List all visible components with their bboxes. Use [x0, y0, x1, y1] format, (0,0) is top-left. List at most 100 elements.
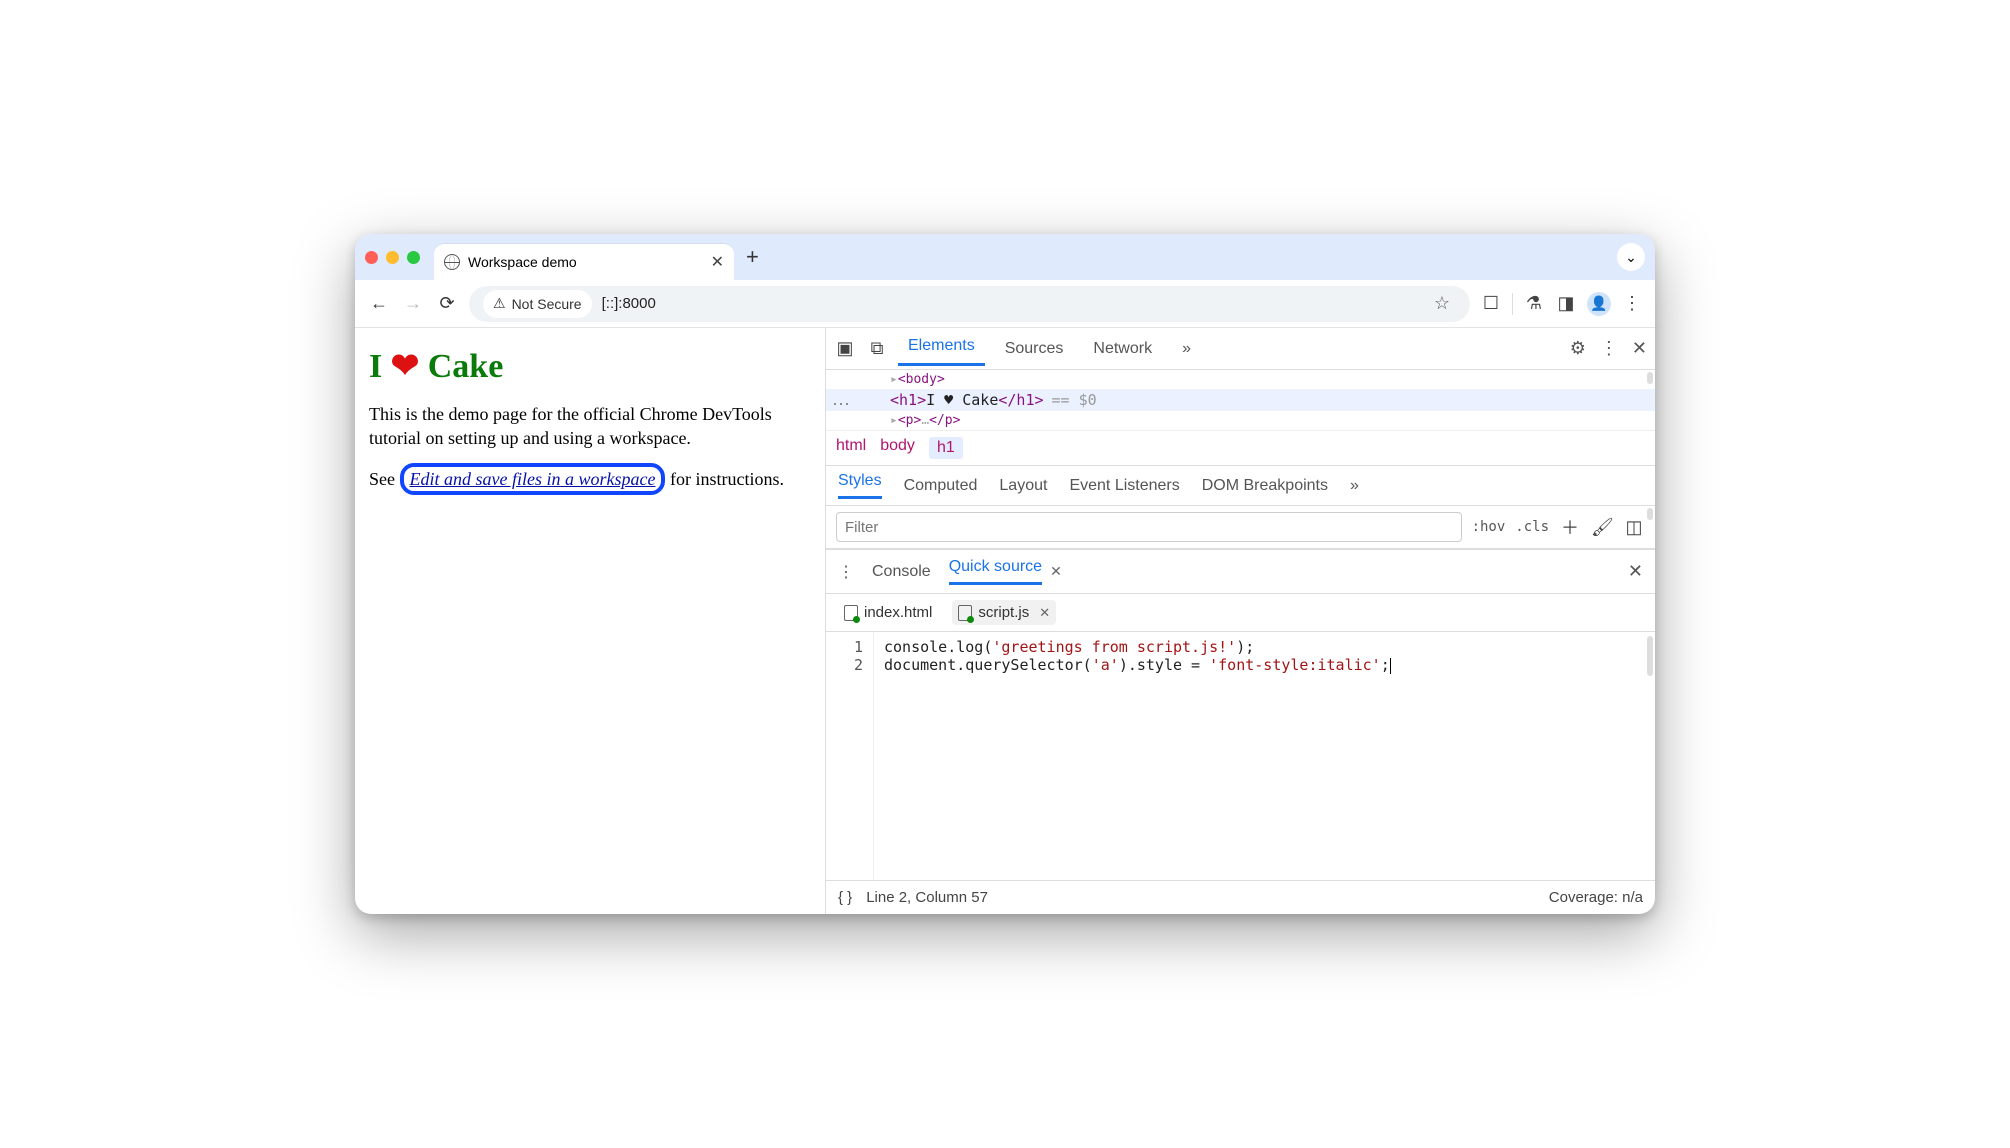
- maximize-window-button[interactable]: [407, 251, 420, 264]
- crumb-body[interactable]: body: [880, 437, 915, 459]
- address-bar[interactable]: ⚠ Not Secure [::]:8000 ☆: [469, 286, 1470, 322]
- dom-tree[interactable]: ⋯ ▸<body> <h1>I ♥ Cake</h1> == $0 ▸<p>…<…: [826, 370, 1655, 430]
- crumb-html[interactable]: html: [836, 437, 866, 459]
- close-window-button[interactable]: [365, 251, 378, 264]
- warning-icon: ⚠: [493, 295, 506, 312]
- new-style-icon[interactable]: ＋: [1559, 514, 1581, 540]
- crumb-h1[interactable]: h1: [929, 437, 963, 459]
- bookmark-icon[interactable]: ☆: [1434, 293, 1450, 314]
- tab-quick-source[interactable]: Quick source: [949, 558, 1042, 585]
- line-number-1: 1: [836, 638, 863, 656]
- window-controls: [365, 251, 420, 264]
- para2-suffix: for instructions.: [665, 469, 784, 489]
- inspect-icon[interactable]: ▣: [834, 338, 856, 359]
- dom-h1-close: </h1>: [998, 391, 1043, 409]
- dom-overflow-icon[interactable]: ⋯: [832, 394, 850, 415]
- tab-sources[interactable]: Sources: [995, 334, 1074, 364]
- intro-paragraph: This is the demo page for the official C…: [369, 402, 811, 451]
- tabs-overflow-icon[interactable]: »: [1172, 334, 1201, 364]
- dom-next-row: ▸<p>…</p>: [890, 413, 960, 428]
- new-tab-button[interactable]: +: [746, 244, 759, 270]
- dom-h1-open: <h1>: [890, 391, 926, 409]
- file-icon: [844, 605, 858, 621]
- tab-strip: Workspace demo ✕ + ⌄: [355, 234, 1655, 280]
- forward-button[interactable]: →: [401, 293, 425, 314]
- devtools-panel: ▣ ⧉ Elements Sources Network » ⚙ ⋮ ✕ ⋯ ▸…: [825, 328, 1655, 914]
- file-icon: [958, 605, 972, 621]
- security-chip[interactable]: ⚠ Not Secure: [483, 290, 592, 318]
- dom-body-open: ▸<body>: [890, 372, 945, 387]
- heart-icon: ❤: [391, 348, 420, 385]
- labs-icon[interactable]: ⚗: [1523, 293, 1545, 314]
- editor-gutter: 1 2: [826, 632, 874, 880]
- divider: [1512, 293, 1513, 315]
- source-editor[interactable]: 1 2 console.log('greetings from script.j…: [826, 632, 1655, 880]
- tab-network[interactable]: Network: [1083, 334, 1162, 364]
- tab-dom-breakpoints[interactable]: DOM Breakpoints: [1202, 477, 1328, 495]
- heading-word3: Cake: [428, 348, 504, 385]
- line-number-2: 2: [836, 656, 863, 674]
- profile-avatar[interactable]: 👤: [1587, 292, 1611, 316]
- more-icon[interactable]: ⋮: [1600, 338, 1618, 359]
- security-label: Not Secure: [512, 296, 582, 312]
- device-toggle-icon[interactable]: ⧉: [866, 338, 888, 359]
- cursor-position: Line 2, Column 57: [866, 889, 988, 906]
- tab-layout[interactable]: Layout: [999, 477, 1047, 495]
- browser-window: Workspace demo ✕ + ⌄ ← → ⟳ ⚠ Not Secure …: [355, 234, 1655, 914]
- file-tab-index[interactable]: index.html: [838, 600, 938, 625]
- computed-toggle-icon[interactable]: ◫: [1623, 517, 1645, 538]
- globe-icon: [444, 254, 460, 270]
- dom-selected-row[interactable]: <h1>I ♥ Cake</h1> == $0: [826, 389, 1655, 411]
- page-content: I ❤ Cake This is the demo page for the o…: [355, 328, 825, 914]
- styles-overflow-icon[interactable]: »: [1350, 477, 1359, 495]
- tabs-dropdown-button[interactable]: ⌄: [1617, 243, 1645, 271]
- text-cursor: [1390, 658, 1391, 674]
- hov-toggle[interactable]: :hov: [1472, 519, 1506, 535]
- heading-word1: I: [369, 348, 382, 385]
- body-split: I ❤ Cake This is the demo page for the o…: [355, 328, 1655, 914]
- gear-icon[interactable]: ⚙: [1570, 338, 1586, 359]
- reload-button[interactable]: ⟳: [435, 293, 459, 314]
- close-tab-button[interactable]: ✕: [711, 252, 724, 272]
- editor-code[interactable]: console.log('greetings from script.js!')…: [874, 632, 1401, 880]
- tab-console[interactable]: Console: [872, 563, 931, 581]
- page-heading: I ❤ Cake: [369, 346, 811, 386]
- minimize-window-button[interactable]: [386, 251, 399, 264]
- tab-styles[interactable]: Styles: [838, 472, 882, 499]
- extensions-icon[interactable]: ☐: [1480, 293, 1502, 314]
- drawer-more-icon[interactable]: ⋮: [838, 562, 854, 582]
- devtools-main-tabs: ▣ ⧉ Elements Sources Network » ⚙ ⋮ ✕: [826, 328, 1655, 370]
- paint-icon[interactable]: 🖌: [1591, 517, 1613, 538]
- tab-event-listeners[interactable]: Event Listeners: [1069, 477, 1179, 495]
- browser-tab[interactable]: Workspace demo ✕: [434, 244, 734, 280]
- close-quick-source-icon[interactable]: ✕: [1050, 563, 1062, 580]
- tab-elements[interactable]: Elements: [898, 331, 985, 366]
- drawer-tabs: ⋮ Console Quick source ✕ ✕: [826, 549, 1655, 594]
- styles-tab-bar: Styles Computed Layout Event Listeners D…: [826, 466, 1655, 506]
- file-label-script: script.js: [978, 604, 1029, 621]
- dom-eq-chip: == $0: [1052, 391, 1097, 409]
- file-tabs: index.html script.js ✕: [826, 594, 1655, 632]
- styles-filter-input[interactable]: [836, 512, 1462, 542]
- styles-scrollbar[interactable]: [1647, 508, 1653, 520]
- coverage-status: Coverage: n/a: [1549, 889, 1643, 906]
- format-icon[interactable]: { }: [838, 889, 852, 906]
- back-button[interactable]: ←: [367, 293, 391, 314]
- url-text: [::]:8000: [602, 295, 656, 312]
- kebab-menu-icon[interactable]: ⋮: [1621, 293, 1643, 314]
- breadcrumb: html body h1: [826, 430, 1655, 466]
- close-file-icon[interactable]: ✕: [1039, 605, 1050, 621]
- tab-computed[interactable]: Computed: [904, 477, 978, 495]
- dom-scrollbar[interactable]: [1647, 372, 1653, 384]
- editor-scrollbar[interactable]: [1647, 636, 1653, 676]
- toolbar: ← → ⟳ ⚠ Not Secure [::]:8000 ☆ ☐ ⚗ ◨ 👤 ⋮: [355, 280, 1655, 328]
- close-drawer-icon[interactable]: ✕: [1628, 561, 1643, 582]
- file-tab-script[interactable]: script.js ✕: [952, 600, 1056, 625]
- dom-h1-text: I ♥ Cake: [926, 391, 998, 409]
- styles-toolbar: :hov .cls ＋ 🖌 ◫: [826, 506, 1655, 549]
- tutorial-link[interactable]: Edit and save files in a workspace: [400, 463, 666, 495]
- cls-toggle[interactable]: .cls: [1515, 519, 1549, 535]
- close-devtools-icon[interactable]: ✕: [1632, 338, 1647, 359]
- sidepanel-icon[interactable]: ◨: [1555, 293, 1577, 314]
- instructions-paragraph: See Edit and save files in a workspace f…: [369, 467, 811, 491]
